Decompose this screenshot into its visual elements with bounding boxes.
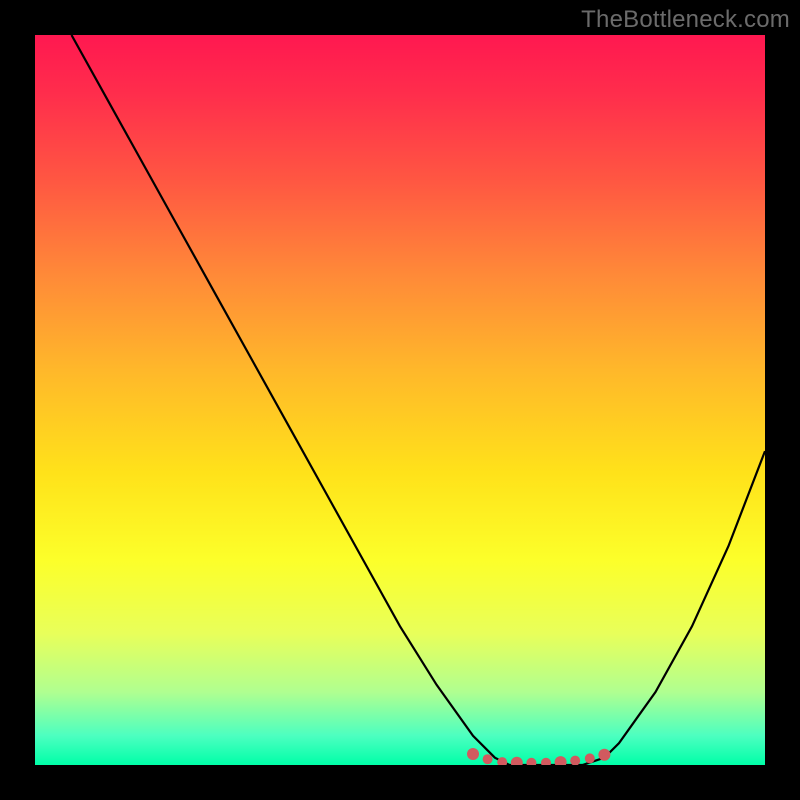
bottleneck-curve (72, 35, 766, 765)
valley-dot (555, 756, 567, 765)
plot-area (35, 35, 765, 765)
valley-dot (497, 757, 507, 765)
valley-dot (598, 749, 610, 761)
valley-dot (570, 756, 580, 765)
valley-dot (541, 758, 551, 765)
valley-dot (511, 757, 523, 765)
valley-dot (585, 753, 595, 763)
credit-text: TheBottleneck.com (581, 6, 790, 34)
valley-dot (483, 754, 493, 764)
curve-layer (35, 35, 765, 765)
valley-dot (526, 758, 536, 765)
valley-dot (467, 748, 479, 760)
chart-frame: TheBottleneck.com (0, 0, 800, 800)
